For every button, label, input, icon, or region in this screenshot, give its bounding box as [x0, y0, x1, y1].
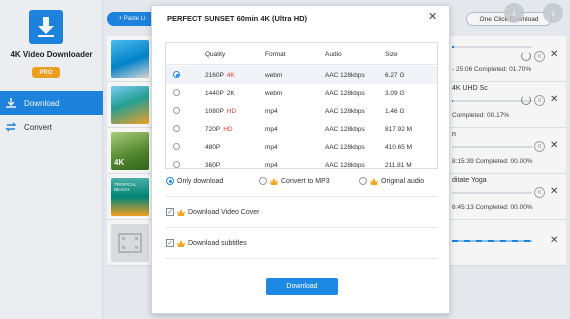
table-row[interactable]: 360P mp4 AAC 128kbps 211.81 M — [166, 156, 437, 169]
quality-table: Quality Format Audio Size 2160P 4K webm A… — [165, 42, 438, 169]
audio-cell: AAC 128kbps — [325, 144, 365, 151]
table-row[interactable]: 720P HD mp4 AAC 128kbps 817.92 M — [166, 120, 437, 138]
quality-cell: 2160P 4K — [205, 72, 235, 79]
quality-value: 720P — [205, 126, 221, 133]
quality-cell: 1080P HD — [205, 108, 236, 115]
divider — [165, 196, 438, 197]
option-label: Only download — [177, 177, 224, 185]
download-button[interactable]: Download — [266, 278, 338, 295]
size-cell: 817.92 M — [385, 126, 413, 133]
audio-cell: AAC 128kbps — [325, 90, 365, 97]
column-header: Size — [385, 51, 398, 58]
format-cell: mp4 — [265, 144, 278, 151]
column-header: Format — [265, 51, 286, 58]
crown-icon — [177, 239, 185, 247]
quality-radio[interactable] — [173, 107, 180, 114]
quality-cell: 360P — [205, 162, 221, 169]
quality-radio[interactable] — [173, 143, 180, 150]
table-row[interactable]: 1080P HD mp4 AAC 128kbps 1.46 G — [166, 102, 437, 120]
table-row[interactable]: 1440P 2K webm AAC 128kbps 3.09 G — [166, 84, 437, 102]
close-icon[interactable]: ✕ — [428, 10, 437, 23]
size-cell: 3.09 G — [385, 90, 405, 97]
download-cover-checkbox[interactable]: ✓ Download Video Cover — [166, 208, 259, 216]
format-cell: webm — [265, 72, 283, 79]
quality-tag: HD — [226, 108, 237, 115]
quality-radio[interactable] — [173, 71, 180, 78]
format-cell: mp4 — [265, 126, 278, 133]
audio-cell: AAC 128kbps — [325, 108, 365, 115]
quality-tag: 4K — [226, 72, 235, 79]
quality-cell: 1440P 2K — [205, 90, 235, 97]
radio-button[interactable] — [359, 177, 367, 185]
quality-radio[interactable] — [173, 125, 180, 132]
original-audio-option[interactable]: Original audio — [359, 177, 424, 185]
option-label: Original audio — [381, 177, 425, 185]
checkmark-icon[interactable]: ✓ — [166, 239, 174, 247]
table-header: Quality Format Audio Size — [166, 43, 437, 65]
quality-radio[interactable] — [173, 89, 180, 96]
format-cell: mp4 — [265, 108, 278, 115]
table-row[interactable]: 2160P 4K webm AAC 128kbps 6.27 G — [166, 66, 437, 84]
quality-cell: 480P — [205, 144, 221, 151]
format-cell: webm — [265, 90, 283, 97]
option-label: Convert to MP3 — [281, 177, 330, 185]
only-download-option[interactable]: Only download — [166, 177, 223, 185]
quality-tag: HD — [223, 126, 233, 133]
table-row[interactable]: 480P mp4 AAC 128kbps 410.65 M — [166, 138, 437, 156]
radio-button[interactable] — [259, 177, 267, 185]
audio-cell: AAC 128kbps — [325, 126, 365, 133]
column-header: Audio — [325, 51, 342, 58]
size-cell: 410.65 M — [385, 144, 413, 151]
quality-cell: 720P HD — [205, 126, 233, 133]
crown-icon — [177, 208, 185, 216]
radio-button[interactable] — [166, 177, 174, 185]
audio-cell: AAC 128kbps — [325, 72, 365, 79]
convert-mp3-option[interactable]: Convert to MP3 — [259, 177, 330, 185]
column-header: Quality — [205, 51, 226, 58]
crown-icon — [370, 177, 378, 185]
quality-tag: 2K — [226, 90, 235, 97]
size-cell: 1.46 G — [385, 108, 405, 115]
quality-value: 1080P — [205, 108, 224, 115]
checkbox-label: Download subtitles — [188, 239, 247, 247]
audio-cell: AAC 128kbps — [325, 162, 365, 169]
divider — [165, 227, 438, 228]
download-subtitles-checkbox[interactable]: ✓ Download subtitles — [166, 239, 247, 247]
checkmark-icon[interactable]: ✓ — [166, 208, 174, 216]
checkbox-label: Download Video Cover — [188, 208, 260, 216]
size-cell: 211.81 M — [385, 162, 412, 169]
divider — [165, 258, 438, 259]
crown-icon — [270, 177, 278, 185]
quality-value: 1440P — [205, 90, 224, 97]
quality-value: 2160P — [205, 72, 224, 79]
format-cell: mp4 — [265, 162, 278, 169]
quality-radio[interactable] — [173, 161, 180, 168]
dialog-title: PERFECT SUNSET 60min 4K (Ultra HD) — [167, 14, 308, 23]
download-options-dialog: PERFECT SUNSET 60min 4K (Ultra HD) ✕ Qua… — [151, 5, 450, 314]
size-cell: 6.27 G — [385, 72, 405, 79]
